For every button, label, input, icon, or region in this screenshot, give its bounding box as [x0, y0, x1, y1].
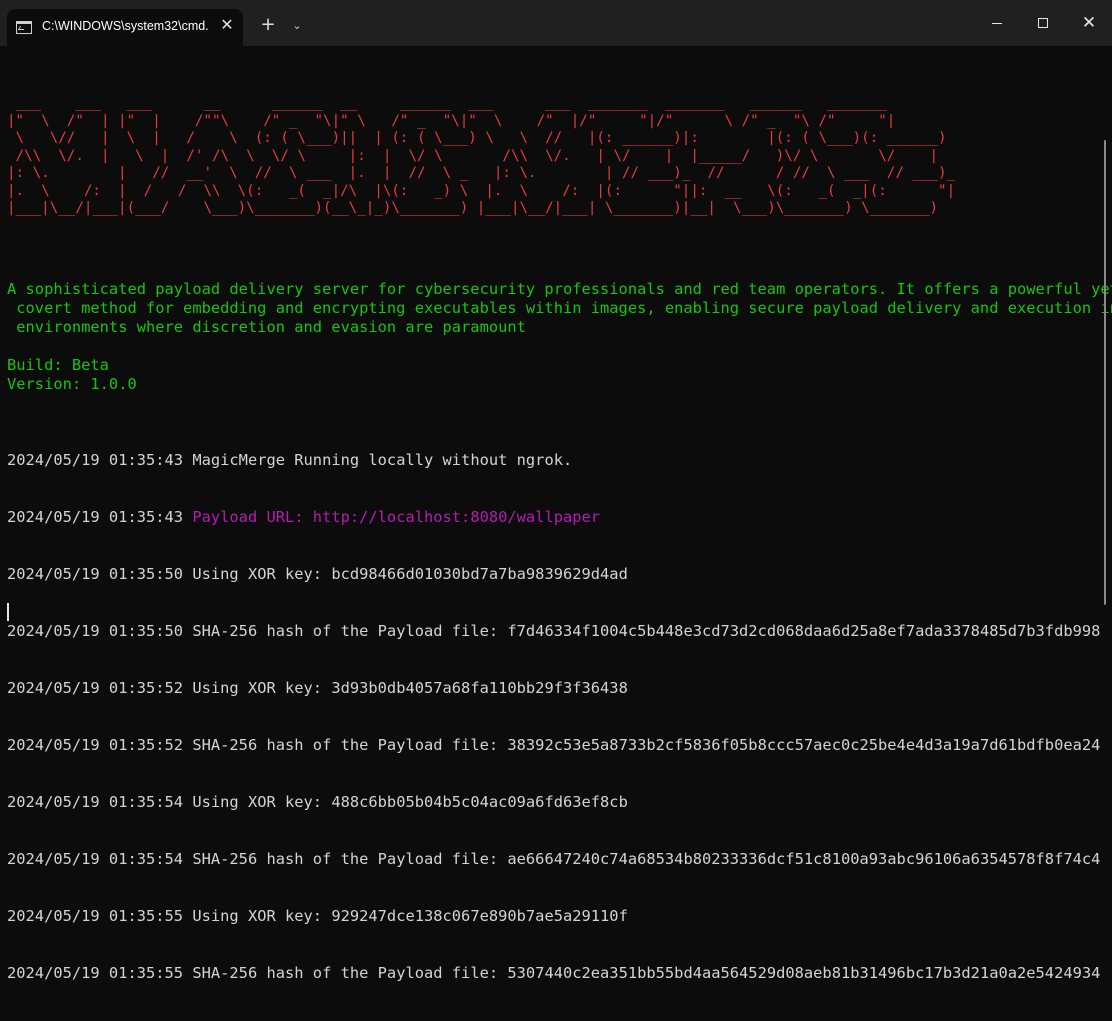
log-line: 2024/05/19 01:35:55 SHA-256 hash of the …: [7, 964, 1100, 983]
log-timestamp: 2024/05/19 01:35:55: [7, 964, 184, 982]
minimize-button[interactable]: [974, 8, 1020, 38]
text-cursor: [7, 603, 9, 621]
log-line: 2024/05/19 01:35:43 Payload URL: http://…: [7, 508, 1100, 527]
log-output: 2024/05/19 01:35:43 MagicMerge Running l…: [7, 413, 1100, 1021]
log-timestamp: 2024/05/19 01:35:54: [7, 793, 184, 811]
log-timestamp: 2024/05/19 01:35:50: [7, 565, 184, 583]
tab-title: C:\WINDOWS\system32\cmd.: [42, 19, 209, 33]
payload-url: Payload URL: http://localhost:8080/wallp…: [192, 508, 601, 526]
log-message: Using XOR key: 929247dce138c067e890b7ae5…: [192, 907, 628, 925]
log-timestamp: 2024/05/19 01:35:43: [7, 508, 184, 526]
log-line: 2024/05/19 01:35:52 Using XOR key: 3d93b…: [7, 679, 1100, 698]
version-line: Version: 1.0.0: [7, 375, 137, 393]
minimize-icon: [992, 23, 1002, 24]
log-line: 2024/05/19 01:35:55 Using XOR key: 92924…: [7, 907, 1100, 926]
title-bar: C:\WINDOWS\system32\cmd. ✕ + ⌄ ✕: [0, 0, 1112, 46]
log-message: Using XOR key: 488c6bb05b04b5c04ac09a6fd…: [192, 793, 628, 811]
cmd-icon: [16, 21, 32, 34]
new-tab-button[interactable]: +: [258, 15, 278, 35]
log-timestamp: 2024/05/19 01:35:52: [7, 679, 184, 697]
close-window-button[interactable]: ✕: [1066, 8, 1112, 38]
log-line: 2024/05/19 01:35:54 Using XOR key: 488c6…: [7, 793, 1100, 812]
maximize-button[interactable]: [1020, 8, 1066, 38]
log-timestamp: 2024/05/19 01:35:50: [7, 622, 184, 640]
log-timestamp: 2024/05/19 01:35:54: [7, 850, 184, 868]
log-message: Using XOR key: 3d93b0db4057a68fa110bb29f…: [192, 679, 628, 697]
terminal-output[interactable]: ___ ___ ___ __ ______ __ ______ ___ ___ …: [7, 46, 1112, 982]
build-info: Build: Beta Version: 1.0.0: [7, 356, 137, 394]
log-timestamp: 2024/05/19 01:35:52: [7, 736, 184, 754]
close-tab-icon[interactable]: ✕: [217, 15, 237, 35]
log-timestamp: 2024/05/19 01:35:55: [7, 907, 184, 925]
log-line: 2024/05/19 01:35:50 Using XOR key: bcd98…: [7, 565, 1100, 584]
log-message: SHA-256 hash of the Payload file: ae6664…: [192, 850, 1101, 868]
scrollbar[interactable]: [1104, 140, 1106, 605]
log-line: 2024/05/19 01:35:43 MagicMerge Running l…: [7, 451, 1100, 470]
log-message: MagicMerge Running locally without ngrok…: [192, 451, 573, 469]
maximize-icon: [1038, 18, 1048, 28]
terminal-tab[interactable]: C:\WINDOWS\system32\cmd. ✕: [7, 9, 243, 46]
log-message: SHA-256 hash of the Payload file: 530744…: [192, 964, 1101, 982]
build-line: Build: Beta: [7, 356, 109, 374]
log-message: SHA-256 hash of the Payload file: 38392c…: [192, 736, 1101, 754]
log-line: 2024/05/19 01:35:54 SHA-256 hash of the …: [7, 850, 1100, 869]
log-message: SHA-256 hash of the Payload file: f7d463…: [192, 622, 1101, 640]
chevron-down-icon[interactable]: ⌄: [289, 15, 305, 35]
log-line: 2024/05/19 01:35:52 SHA-256 hash of the …: [7, 736, 1100, 755]
ascii-banner: ___ ___ ___ __ ______ __ ______ ___ ___ …: [7, 95, 956, 216]
log-timestamp: 2024/05/19 01:35:43: [7, 451, 184, 469]
log-line: 2024/05/19 01:35:50 SHA-256 hash of the …: [7, 622, 1100, 641]
log-message: Using XOR key: bcd98466d01030bd7a7ba9839…: [192, 565, 628, 583]
description-text: A sophisticated payload delivery server …: [7, 280, 1112, 336]
